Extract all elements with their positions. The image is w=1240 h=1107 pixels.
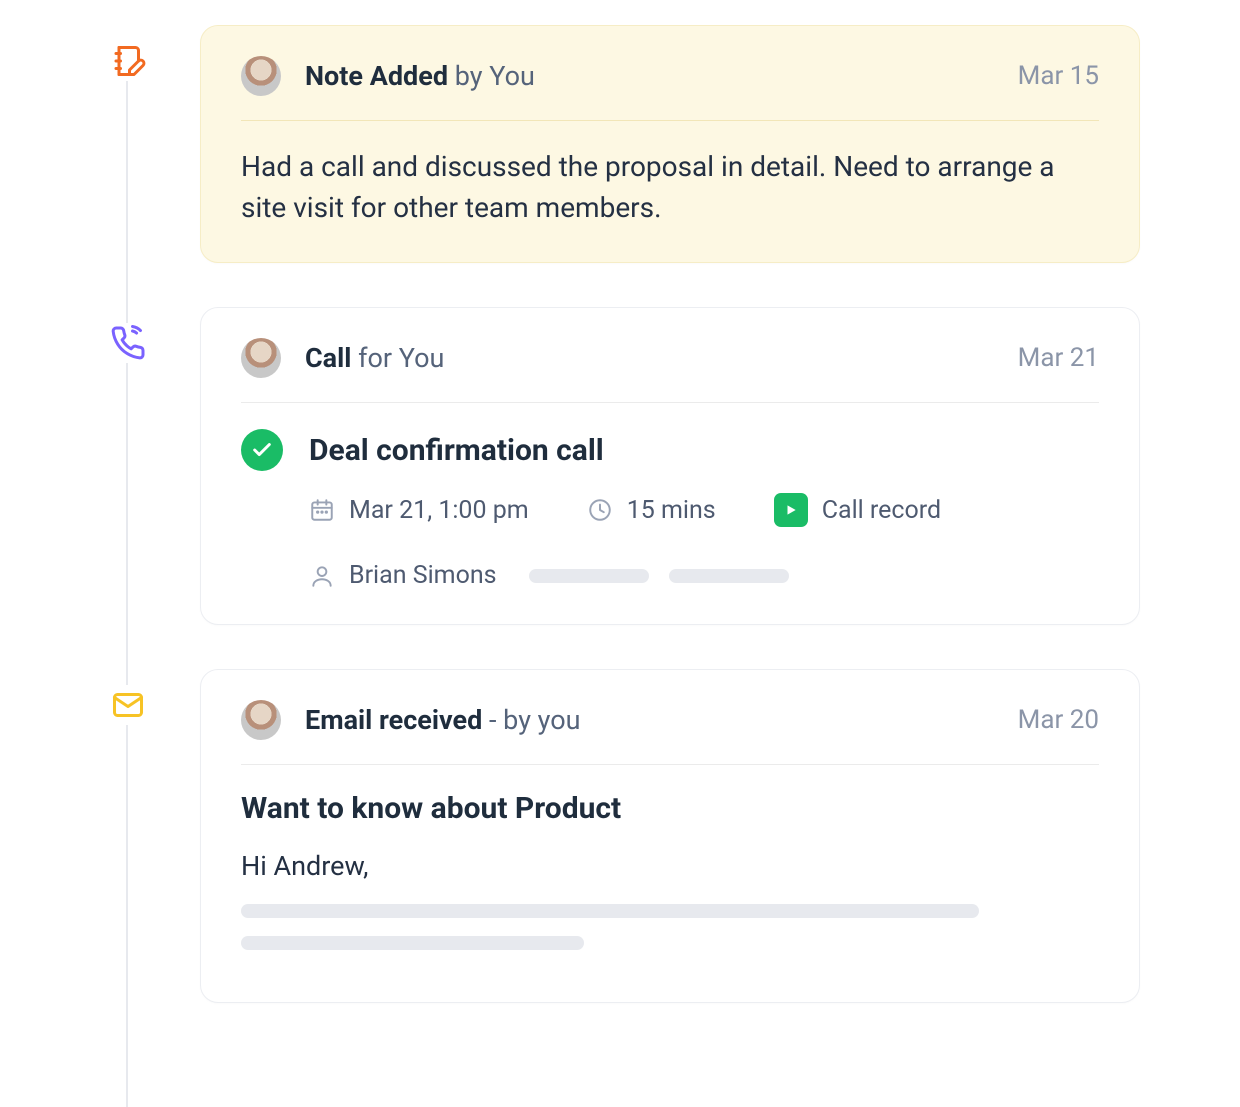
- call-person-name: Brian Simons: [349, 561, 497, 590]
- card-date: Mar 21: [1018, 343, 1099, 373]
- card-title: Call for You: [305, 342, 1018, 374]
- calendar-icon: [309, 497, 335, 523]
- card-body: Had a call and discussed the proposal in…: [241, 121, 1099, 228]
- timeline-item-note: Note Added by You Mar 15 Had a call and …: [200, 25, 1140, 263]
- avatar[interactable]: [241, 56, 281, 96]
- note-icon: [108, 41, 148, 81]
- card-header: Call for You Mar 21: [241, 338, 1099, 403]
- placeholder: [241, 936, 584, 950]
- check-icon: [241, 429, 283, 471]
- timeline-item-call: Call for You Mar 21 Deal confirmation ca…: [200, 307, 1140, 625]
- placeholder: [241, 904, 979, 918]
- card-body: Want to know about Product Hi Andrew,: [241, 765, 1099, 950]
- mail-icon: [108, 685, 148, 725]
- call-status-row: Deal confirmation call: [241, 429, 1099, 471]
- call-title: Deal confirmation call: [309, 433, 604, 468]
- email-greeting: Hi Andrew,: [241, 850, 1099, 882]
- clock-icon: [587, 497, 613, 523]
- call-person-row: Brian Simons: [241, 561, 1099, 590]
- timeline-item-email: Email received - by you Mar 20 Want to k…: [200, 669, 1140, 1003]
- placeholder: [529, 569, 649, 583]
- card-title: Email received - by you: [305, 704, 1018, 736]
- phone-icon: [108, 323, 148, 363]
- avatar[interactable]: [241, 338, 281, 378]
- email-subject: Want to know about Product: [241, 791, 1099, 826]
- note-card[interactable]: Note Added by You Mar 15 Had a call and …: [200, 25, 1140, 263]
- avatar[interactable]: [241, 700, 281, 740]
- call-record-button[interactable]: Call record: [774, 493, 941, 527]
- placeholder: [669, 569, 789, 583]
- note-text: Had a call and discussed the proposal in…: [241, 147, 1099, 228]
- card-header: Email received - by you Mar 20: [241, 700, 1099, 765]
- call-datetime: Mar 21, 1:00 pm: [309, 496, 529, 525]
- activity-timeline: Note Added by You Mar 15 Had a call and …: [0, 0, 1240, 1107]
- card-body: Deal confirmation call Mar 2: [241, 403, 1099, 590]
- card-header: Note Added by You Mar 15: [241, 56, 1099, 121]
- card-date: Mar 20: [1018, 705, 1099, 735]
- card-date: Mar 15: [1018, 61, 1099, 91]
- card-title: Note Added by You: [305, 60, 1018, 92]
- call-duration: 15 mins: [587, 496, 716, 525]
- email-card[interactable]: Email received - by you Mar 20 Want to k…: [200, 669, 1140, 1003]
- person-icon: [309, 562, 335, 590]
- play-icon: [774, 493, 808, 527]
- call-card[interactable]: Call for You Mar 21 Deal confirmation ca…: [200, 307, 1140, 625]
- call-meta-row: Mar 21, 1:00 pm 15 mins: [241, 493, 1099, 527]
